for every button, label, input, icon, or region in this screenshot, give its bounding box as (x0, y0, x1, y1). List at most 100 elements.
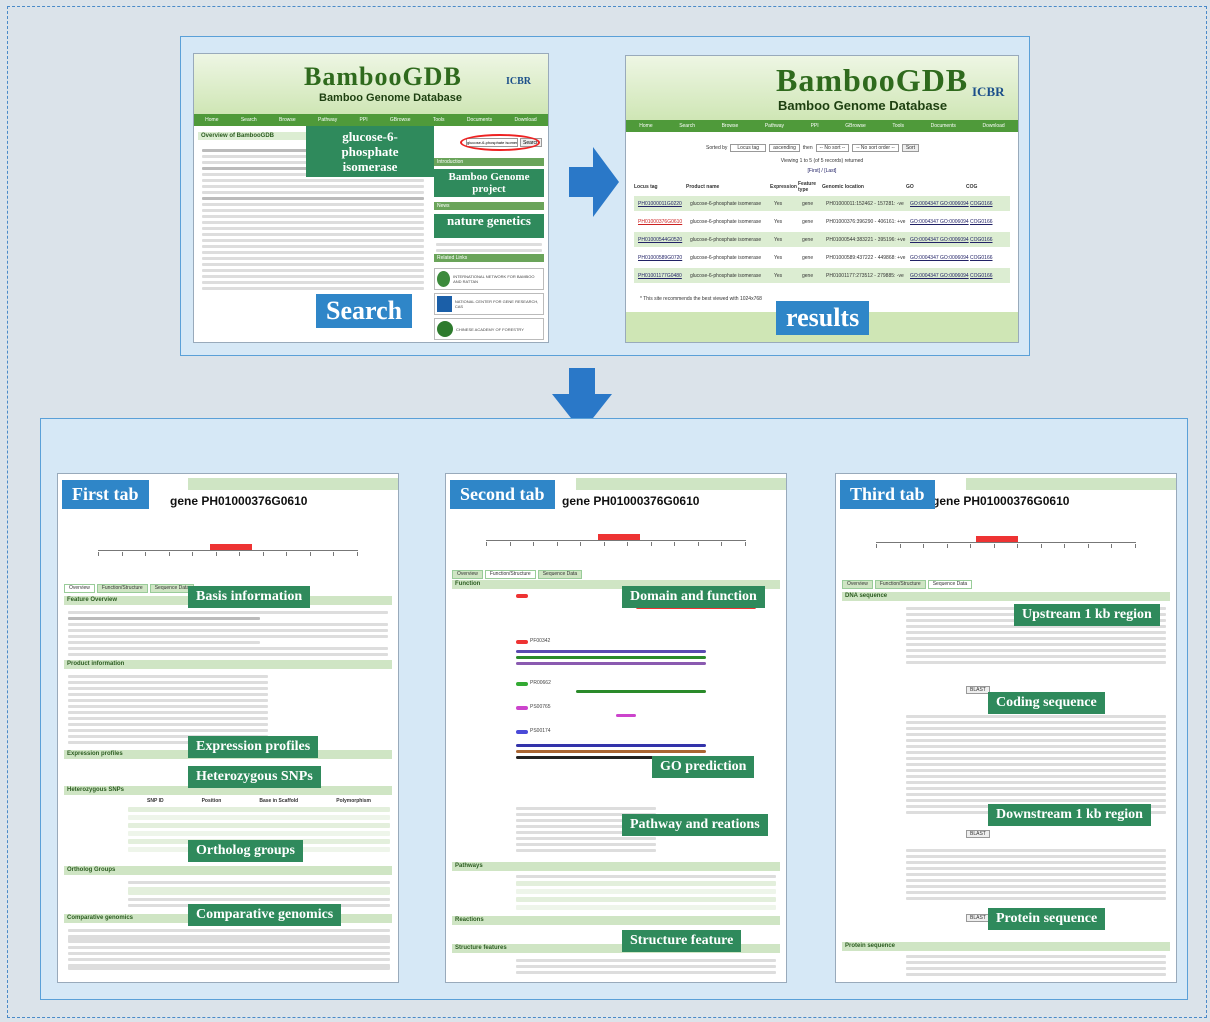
link-label: CHINESE ACADEMY OF FORESTRY (456, 326, 524, 332)
cog-link[interactable]: COG0166 (970, 255, 1000, 261)
col-header[interactable]: Expression (770, 184, 798, 190)
nav-item[interactable]: Home (639, 123, 652, 129)
col-header[interactable]: Locus tag (634, 184, 686, 190)
locus-link[interactable]: PH01000589G0720 (638, 255, 690, 261)
cog-link[interactable]: COG0166 (970, 219, 1000, 225)
inbar-logo-icon (437, 271, 451, 287)
blast-button[interactable]: BLAST (966, 830, 990, 838)
col-header[interactable]: Product name (686, 184, 770, 190)
col-header[interactable]: GO (906, 184, 966, 190)
section-dna: DNA sequence (842, 592, 1170, 601)
icbr-logo[interactable]: ICBR (506, 76, 531, 87)
genome-track (98, 550, 358, 551)
sidebar-nature[interactable]: nature genetics (434, 214, 544, 238)
col-header[interactable]: Feature type (798, 181, 822, 193)
detail-tabs: Overview Function/Structure Sequence Dat… (64, 584, 195, 593)
nav-item[interactable]: GBrowse (845, 123, 866, 129)
expr-cell: Yes (774, 218, 783, 225)
tab-function[interactable]: Function/Structure (96, 584, 148, 593)
col-header: Polymorphism (336, 798, 371, 804)
domain-id[interactable]: PS00765 (530, 704, 551, 711)
go-link[interactable]: GO:0004347 GO:0006094 (910, 219, 970, 225)
nav-item[interactable]: Tools (892, 123, 904, 129)
ftype-cell: gene (802, 236, 814, 243)
sidebar-introduction[interactable]: Introduction (434, 158, 544, 166)
callout-expression: Expression profiles (188, 736, 319, 758)
go-link[interactable]: GO:0004347 GO:0006094 (910, 201, 970, 207)
nav-item[interactable]: Browse (722, 123, 739, 129)
cog-link[interactable]: COG0166 (970, 201, 1000, 207)
sidebar-news[interactable]: News (434, 202, 544, 210)
cog-link[interactable]: COG0166 (970, 273, 1000, 279)
search-screenshot: BambooGDB Bamboo Genome Database ICBR Ho… (193, 53, 549, 343)
link-inbar[interactable]: INTERNATIONAL NETWORK FOR BAMBOO AND RAT… (434, 268, 544, 290)
locus-link[interactable]: PH01000544G0520 (638, 237, 690, 243)
link-ncgr[interactable]: NATIONAL CENTER FOR GENE RESEARCH, CAS (434, 293, 544, 315)
locus-link[interactable]: PH01000376G0610 (638, 219, 690, 225)
tab-sequence[interactable]: Sequence Data (537, 570, 583, 579)
domain-id[interactable]: PR00662 (530, 680, 551, 687)
sort-select[interactable]: Locus tag (730, 144, 767, 152)
site-logo[interactable]: BambooGDB (776, 62, 968, 99)
go-link[interactable]: GO:0004347 GO:0006094 (910, 237, 970, 243)
loc-cell: PH01000589:437222 - 449868: +ve (826, 254, 906, 261)
cog-link[interactable]: COG0166 (970, 237, 1000, 243)
col-header[interactable]: Genomic location (822, 184, 906, 190)
domain-id[interactable]: PF00342 (530, 638, 550, 645)
nav-item[interactable]: Search (241, 117, 257, 123)
query-callout: glucose-6-phosphate isomerase (306, 126, 434, 177)
tab-function[interactable]: Function/Structure (874, 580, 926, 589)
nav-item[interactable]: GBrowse (390, 117, 411, 123)
sort-button[interactable]: Sort (901, 144, 919, 152)
locus-link[interactable]: PH01001177G0480 (638, 273, 690, 279)
nav-item[interactable]: Tools (433, 117, 445, 123)
link-caf[interactable]: CHINESE ACADEMY OF FORESTRY (434, 318, 544, 340)
then-select[interactable]: -- No sort -- (815, 144, 850, 152)
comparative-table (68, 926, 390, 973)
tab-overview[interactable]: Overview (452, 570, 483, 579)
nav-item[interactable]: Browse (279, 117, 296, 123)
table-row: PH01000011G0220 glucose-6-phosphate isom… (634, 196, 1010, 211)
upper-panel: BambooGDB Bamboo Genome Database ICBR Ho… (180, 36, 1030, 356)
domain-track (516, 650, 706, 653)
product-cell: glucose-6-phosphate isomerase (690, 272, 762, 279)
go-link[interactable]: GO:0004347 GO:0006094 (910, 255, 970, 261)
nav-item[interactable]: Documents (467, 117, 492, 123)
col-header[interactable]: COG (966, 184, 996, 190)
first-tab-screenshot: gene PH01000376G0610 Overview Function/S… (57, 473, 399, 983)
then-order-select[interactable]: -- No sort order -- (852, 144, 899, 152)
second-tab-screenshot: gene PH01000376G0610 Overview Function/S… (445, 473, 787, 983)
nav-item[interactable]: Download (982, 123, 1004, 129)
col-header: Base in Scaffold (259, 798, 299, 804)
section-ortholog: Ortholog Groups (64, 866, 392, 875)
third-tab-screenshot: gene PH01000376G0610 Overview Function/S… (835, 473, 1177, 983)
nav-item[interactable]: PPI (360, 117, 368, 123)
icbr-logo[interactable]: ICBR (972, 84, 1005, 100)
nav-item[interactable]: Download (514, 117, 536, 123)
locus-link[interactable]: PH01000011G0220 (638, 201, 690, 207)
tab-sequence[interactable]: Sequence Data (927, 580, 973, 589)
nav-item[interactable]: Home (205, 117, 218, 123)
first-last-links[interactable]: [First] / [Last] (626, 168, 1018, 174)
viewing-text: Viewing 1 to 5 (of 5 records) returned (780, 158, 864, 164)
tab-overview[interactable]: Overview (842, 580, 873, 589)
sidebar-project[interactable]: Bamboo Genome project (434, 169, 544, 197)
nav-item[interactable]: Search (679, 123, 695, 129)
sidebar-related[interactable]: Related Links (434, 254, 544, 262)
results-screenshot: BambooGDB Bamboo Genome Database ICBR Ho… (625, 55, 1019, 343)
col-header: Position (201, 798, 222, 804)
blast-button[interactable]: BLAST (966, 914, 990, 922)
nav-item[interactable]: PPI (811, 123, 819, 129)
tab-function[interactable]: Function/Structure (484, 570, 536, 579)
tab-overview[interactable]: Overview (64, 584, 95, 593)
go-link[interactable]: GO:0004347 GO:0006094 (910, 273, 970, 279)
nav-item[interactable]: Pathway (765, 123, 784, 129)
nav-item[interactable]: Documents (931, 123, 956, 129)
site-logo[interactable]: BambooGDB (304, 62, 462, 92)
nav-item[interactable]: Pathway (318, 117, 337, 123)
order-select[interactable]: ascending (769, 144, 800, 152)
callout-basis: Basis information (188, 586, 311, 608)
blast-button[interactable]: BLAST (966, 686, 990, 694)
domain-id[interactable]: PS00174 (530, 728, 551, 735)
caf-logo-icon (437, 321, 453, 337)
